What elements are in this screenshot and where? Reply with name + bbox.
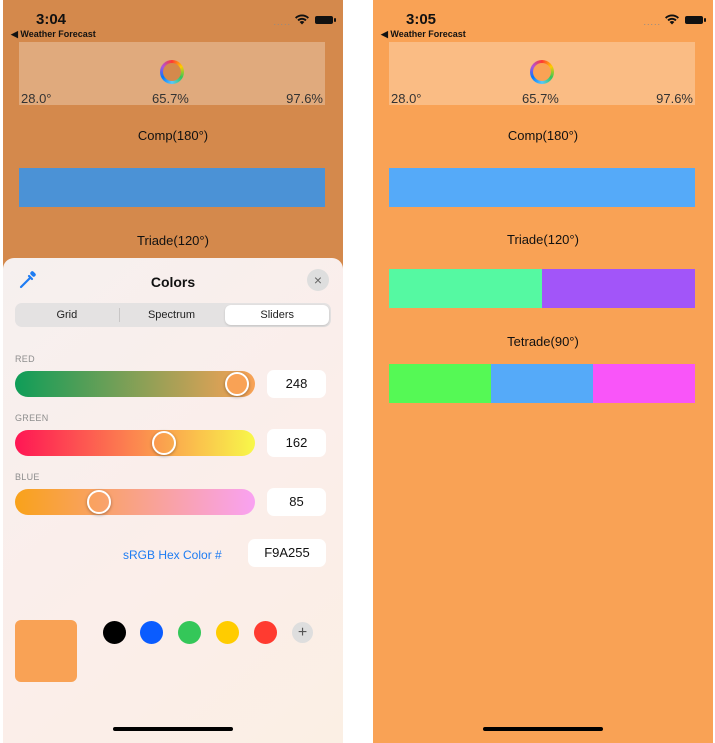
- tab-sliders[interactable]: Sliders: [225, 305, 330, 325]
- left-screen: 3:04 ◀ Weather Forecast ..... 28.0° 65.7…: [3, 0, 343, 743]
- battery-icon: [315, 16, 336, 24]
- color-wheel-icon[interactable]: [530, 60, 554, 84]
- tetrade-color-swatch: [389, 364, 491, 403]
- range-low-label: 28.0°: [391, 91, 422, 106]
- blue-slider-label: BLUE: [15, 472, 40, 482]
- signal-icon: .....: [643, 17, 661, 27]
- signal-icon: .....: [273, 17, 291, 27]
- picker-mode-tabs: Grid Spectrum Sliders: [15, 303, 331, 327]
- red-slider-thumb[interactable]: [225, 372, 250, 396]
- range-mid-label: 65.7%: [152, 91, 189, 106]
- triade-section-title: Triade(120°): [507, 232, 579, 247]
- range-low-label: 28.0°: [21, 91, 52, 106]
- tetrade-color-swatch: [593, 364, 695, 403]
- comp-color-swatch: [389, 168, 695, 207]
- close-icon[interactable]: ×: [307, 269, 329, 291]
- comp-color-bar: [389, 168, 695, 207]
- color-range-indicator: 28.0° 65.7% 97.6%: [19, 42, 325, 106]
- status-bar: 3:04 ◀ Weather Forecast .....: [3, 0, 343, 42]
- right-screen: 3:05 ◀ Weather Forecast ..... 28.0° 65.7…: [373, 0, 713, 743]
- palette-yellow-swatch[interactable]: [216, 621, 239, 644]
- comp-section-title: Comp(180°): [137, 128, 209, 143]
- back-to-weather-forecast-link[interactable]: ◀ Weather Forecast: [11, 29, 96, 40]
- palette-green-swatch[interactable]: [178, 621, 201, 644]
- tetrade-color-swatch: [491, 364, 593, 403]
- tab-grid[interactable]: Grid: [15, 303, 119, 327]
- triade-color-swatch: [542, 269, 695, 308]
- status-time: 3:05: [406, 11, 437, 28]
- triade-color-bar: [389, 269, 695, 308]
- color-range-indicator: 28.0° 65.7% 97.6%: [389, 42, 695, 106]
- red-value-field[interactable]: 248: [267, 370, 326, 398]
- triade-section-title: Triade(120°): [137, 233, 209, 248]
- wifi-icon: [295, 14, 309, 25]
- blue-value-field[interactable]: 85: [267, 488, 326, 516]
- color-wheel-icon[interactable]: [160, 60, 184, 84]
- battery-icon: [685, 16, 706, 24]
- back-to-weather-forecast-link[interactable]: ◀ Weather Forecast: [381, 29, 466, 40]
- range-mid-label: 65.7%: [522, 91, 559, 106]
- comp-section-title: Comp(180°): [507, 128, 579, 143]
- triade-color-swatch: [389, 269, 542, 308]
- tetrade-section-title: Tetrade(90°): [507, 334, 579, 349]
- red-slider-label: RED: [15, 354, 35, 364]
- status-bar: 3:05 ◀ Weather Forecast .....: [373, 0, 713, 42]
- green-value-field[interactable]: 162: [267, 429, 326, 457]
- palette-blue-swatch[interactable]: [140, 621, 163, 644]
- green-slider-thumb[interactable]: [152, 431, 177, 455]
- comp-color-bar: [19, 168, 325, 207]
- wifi-icon: [665, 14, 679, 25]
- range-high-label: 97.6%: [656, 91, 693, 106]
- tetrade-color-bar: [389, 364, 695, 403]
- add-color-button[interactable]: +: [292, 622, 313, 643]
- hex-color-input[interactable]: F9A255: [248, 539, 326, 567]
- range-high-label: 97.6%: [286, 91, 323, 106]
- palette-black-swatch[interactable]: [103, 621, 126, 644]
- red-slider[interactable]: [15, 371, 255, 397]
- status-time: 3:04: [36, 11, 67, 28]
- home-indicator[interactable]: [483, 727, 603, 731]
- blue-slider[interactable]: [15, 489, 255, 515]
- blue-slider-thumb[interactable]: [86, 490, 111, 514]
- palette-red-swatch[interactable]: [254, 621, 277, 644]
- current-color-swatch: [15, 620, 77, 682]
- home-indicator[interactable]: [113, 727, 233, 731]
- color-picker-sheet: Colors × Grid Spectrum Sliders RED 248 G…: [3, 258, 343, 743]
- hex-color-label: sRGB Hex Color #: [123, 548, 222, 562]
- comp-color-swatch: [19, 168, 325, 207]
- sheet-title: Colors: [150, 274, 196, 290]
- green-slider-label: GREEN: [15, 413, 49, 423]
- tab-spectrum[interactable]: Spectrum: [120, 303, 224, 327]
- green-slider[interactable]: [15, 430, 255, 456]
